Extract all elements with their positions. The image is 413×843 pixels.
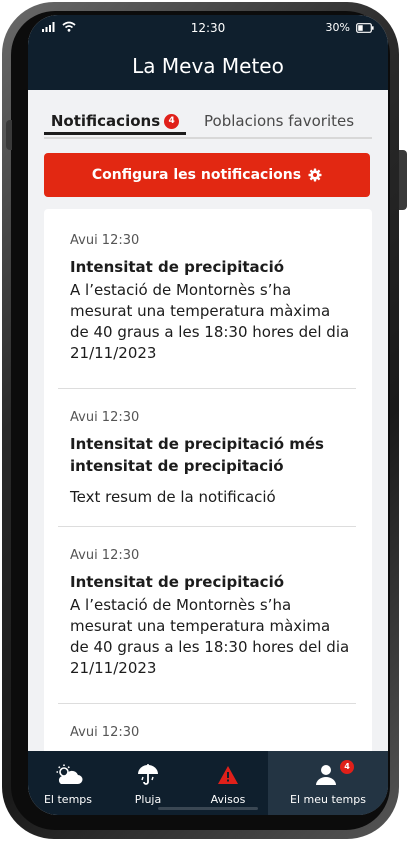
notification-item[interactable]: Avui 12:30 Intensitat de precipitació A … (70, 548, 350, 679)
notifications-list: Avui 12:30 Intensitat de precipitació A … (44, 209, 372, 769)
status-right: 30% (326, 21, 374, 34)
tab-notifications-label: Notificacions (50, 112, 161, 130)
user-icon: 4 (316, 760, 354, 787)
power-button (399, 150, 407, 210)
nav-avisos[interactable]: Avisos (188, 751, 268, 815)
status-bar: 12:30 30% (28, 15, 388, 41)
configure-label: Configura les notificacions (91, 167, 302, 183)
nav-el-meu-temps-label: El meu temps (290, 793, 366, 806)
mute-switch (6, 120, 12, 150)
divider (58, 388, 356, 389)
notification-item[interactable]: Avui 12:30 Intensitat de precipitació mé… (70, 410, 350, 508)
tab-bar: Notificacions 4 Poblacions favorites (44, 111, 372, 139)
configure-notifications-button[interactable]: Configura les notificacions (44, 153, 370, 197)
notification-item[interactable]: Avui 12:30 Intensitat de precipitació A … (70, 233, 350, 364)
nav-el-temps-label: El temps (43, 793, 92, 806)
divider (58, 526, 356, 527)
battery-icon (356, 22, 374, 33)
notification-title: Intensitat de precipitació més intensita… (70, 435, 324, 475)
umbrella-icon (136, 763, 160, 787)
notification-time: Avui 12:30 (70, 725, 140, 740)
nav-pluja[interactable]: Pluja (108, 751, 188, 815)
nav-avisos-label: Avisos (210, 793, 246, 806)
nav-pluja-label: Pluja (134, 793, 162, 806)
notification-title: Intensitat de precipitació (70, 258, 285, 276)
notification-title: Intensitat de precipitació (70, 573, 285, 591)
home-indicator[interactable] (158, 807, 258, 810)
notification-body: A l’estació de Montornès s’ha mesurat un… (70, 596, 350, 677)
gear-icon (308, 168, 322, 182)
tab-notifications[interactable]: Notificacions 4 (44, 111, 186, 135)
divider (58, 703, 356, 704)
bottom-navigation: El temps Pluja Avisos 4 El meu temps (28, 751, 388, 815)
notifications-count-badge: 4 (164, 114, 180, 129)
notification-time: Avui 12:30 (70, 410, 140, 425)
app-title: La Meva Meteo (28, 41, 388, 90)
notification-time: Avui 12:30 (70, 233, 140, 248)
notification-item[interactable]: Avui 12:30 (70, 725, 350, 748)
notification-body: A l’estació de Montornès s’ha mesurat un… (70, 281, 350, 362)
warning-icon (217, 763, 239, 787)
sun-cloud-icon (53, 763, 83, 787)
screen: 12:30 30% La Meva Meteo Notificacions 4 P… (28, 15, 388, 815)
my-weather-badge: 4 (340, 760, 354, 774)
nav-el-temps[interactable]: El temps (28, 751, 108, 815)
tab-favorites[interactable]: Poblacions favorites (204, 111, 354, 131)
notification-time: Avui 12:30 (70, 548, 140, 563)
notification-body: Text resum de la notificació (70, 488, 276, 506)
battery-percent: 30% (325, 21, 350, 34)
nav-el-meu-temps[interactable]: 4 El meu temps (268, 751, 388, 815)
